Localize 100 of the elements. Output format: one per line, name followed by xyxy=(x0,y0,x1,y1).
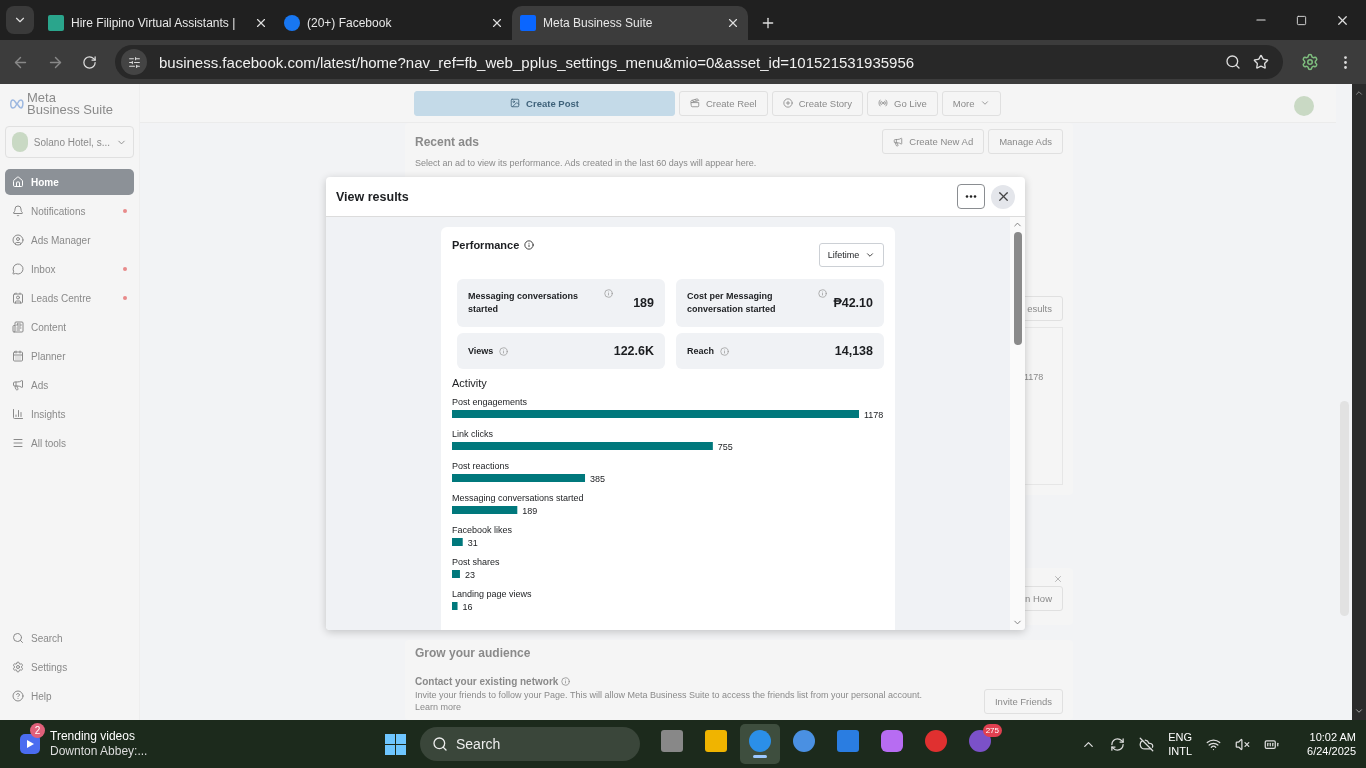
nav-item[interactable]: Leads Centre xyxy=(5,285,134,311)
ads-button[interactable]: Manage Ads xyxy=(988,129,1063,154)
create-post-button[interactable]: Create Post xyxy=(414,90,675,116)
metric-label: Views xyxy=(468,344,494,358)
url-text: business.facebook.com/latest/home?nav_ref=fb_web_pplus_settings_menu&mio=0&asset_id=101521531935956 xyxy=(159,53,916,71)
category-label: Post shares xyxy=(452,557,500,567)
close-icon[interactable] xyxy=(490,16,504,30)
contact-card-icon xyxy=(12,292,24,304)
period-dropdown[interactable]: Lifetime xyxy=(819,243,884,267)
toolbar-button[interactable]: Go Live xyxy=(867,90,938,116)
megaphone-icon xyxy=(893,136,904,147)
nav-item[interactable]: Search xyxy=(5,625,134,651)
chat-bubble-icon xyxy=(12,263,24,275)
invite-text: Invite your friends to follow your Page. This will allow Meta Business Suite to access the friends list from your personal account. Learn more xyxy=(415,689,924,713)
notification-badge: 2 xyxy=(30,723,45,738)
menu-icon xyxy=(12,437,24,449)
tab-title: (20+) Facebook xyxy=(307,16,393,30)
clock[interactable]: 10:02 AM 6/24/2025 xyxy=(1307,730,1356,758)
toolbar-button[interactable]: Create Story xyxy=(771,90,864,116)
toolbar-button[interactable]: Create Reel xyxy=(679,90,768,116)
info-icon xyxy=(818,289,828,298)
image-icon xyxy=(510,98,521,108)
section-title: Performance xyxy=(452,239,520,251)
avatar-icon xyxy=(1294,96,1314,116)
info-icon xyxy=(604,289,613,298)
home-icon xyxy=(12,176,24,188)
learn-more-link[interactable]: Learn more xyxy=(415,702,462,712)
favicon-icon xyxy=(520,15,536,31)
description-text: Select an ad to view its performance. Ads created in the last 60 days will appear here. xyxy=(415,158,758,168)
close-icon[interactable] xyxy=(726,16,740,30)
windows-start-icon[interactable] xyxy=(385,733,406,755)
document-icon xyxy=(12,321,24,333)
close-button[interactable] xyxy=(991,184,1015,209)
widget-subtitle: Downton Abbey:... xyxy=(50,744,148,759)
scrollbar-thumb[interactable] xyxy=(1013,232,1022,345)
avatar-icon xyxy=(12,132,28,152)
more-options-button[interactable] xyxy=(957,184,985,209)
card-title: Grow your audience xyxy=(415,646,532,662)
nav-item[interactable]: Content xyxy=(5,314,134,340)
cloud-off-icon[interactable] xyxy=(1139,736,1155,752)
bar xyxy=(452,506,518,514)
help-icon xyxy=(12,690,24,702)
scroll-up-icon[interactable] xyxy=(1354,88,1364,98)
metric-label: Cost per Messaging conversation started xyxy=(687,290,777,316)
close-icon[interactable] xyxy=(254,16,268,30)
info-icon xyxy=(524,240,535,250)
metric-value: 189 xyxy=(633,296,654,310)
language-indicator[interactable]: ENG INTL xyxy=(1168,730,1193,758)
zoom-icon[interactable] xyxy=(1225,54,1241,70)
bar-chart-icon xyxy=(12,408,24,420)
value-label: 755 xyxy=(717,442,733,452)
nav-item[interactable]: Planner xyxy=(5,343,134,369)
caret-icon xyxy=(980,98,991,108)
star-icon[interactable] xyxy=(1253,54,1269,70)
invite-friends-button[interactable]: Invite Friends xyxy=(983,689,1063,714)
site-settings-icon[interactable] xyxy=(121,49,147,75)
nav-item[interactable]: Notifications xyxy=(5,198,134,224)
wifi-icon[interactable] xyxy=(1206,736,1222,752)
browser-tab[interactable]: Meta Business Suite xyxy=(512,6,748,40)
bar xyxy=(452,538,463,546)
more-icon xyxy=(965,195,977,198)
value-text: 1178 xyxy=(1024,372,1044,382)
sync-icon[interactable] xyxy=(1110,736,1126,752)
nav-item[interactable]: Insights xyxy=(5,401,134,427)
section-subtitle: Contact your existing network xyxy=(415,676,559,687)
nav-item[interactable]: Settings xyxy=(5,654,134,680)
more-button[interactable]: More xyxy=(941,90,1002,116)
plus-circle-icon xyxy=(782,98,793,108)
nav-item[interactable]: Help xyxy=(5,683,134,709)
address-bar[interactable]: business.facebook.com/latest/home?nav_ref=fb_web_pplus_settings_menu&mio=0&asset_id=101521531935956 xyxy=(115,45,1283,79)
browser-tab[interactable]: Hire Filipino Virtual Assistants | xyxy=(40,6,276,40)
widget-title: Trending videos xyxy=(50,729,136,744)
metric-value: 14,138 xyxy=(834,344,873,358)
new-tab-icon[interactable] xyxy=(760,15,776,31)
mute-icon[interactable] xyxy=(1235,736,1251,752)
nav-item[interactable]: All tools xyxy=(5,430,134,456)
scroll-down-icon[interactable] xyxy=(1354,706,1364,716)
reload-icon[interactable] xyxy=(82,54,97,70)
notification-badge: 275 xyxy=(982,724,1002,737)
nav-item[interactable]: Home xyxy=(5,169,134,195)
value-label: 385 xyxy=(590,474,606,484)
tab-title: Hire Filipino Virtual Assistants | xyxy=(71,16,237,30)
logo-text: Meta Business Suite xyxy=(27,92,113,116)
video-widget-icon[interactable] xyxy=(20,734,40,754)
tab-search-button[interactable] xyxy=(6,6,34,34)
nav-item[interactable]: Inbox xyxy=(5,256,134,282)
broadcast-icon xyxy=(878,98,889,108)
category-label: Post engagements xyxy=(452,397,528,407)
taskbar-search[interactable]: Search xyxy=(420,727,640,761)
card-title: Recent ads xyxy=(415,134,481,149)
favicon-icon xyxy=(48,15,64,31)
calendar-icon xyxy=(12,350,24,362)
browser-tab[interactable]: (20+) Facebook xyxy=(276,6,512,40)
nav-item[interactable]: Ads Manager xyxy=(5,227,134,253)
account-switcher[interactable]: Solano Hotel, s... xyxy=(5,126,134,158)
ads-button[interactable]: Create New Ad xyxy=(882,129,985,154)
extension-icon[interactable] xyxy=(1301,53,1319,71)
nav-item[interactable]: Ads xyxy=(5,372,134,398)
tab-title: Meta Business Suite xyxy=(543,16,654,30)
metric-label: Messaging conversations started xyxy=(468,290,580,316)
